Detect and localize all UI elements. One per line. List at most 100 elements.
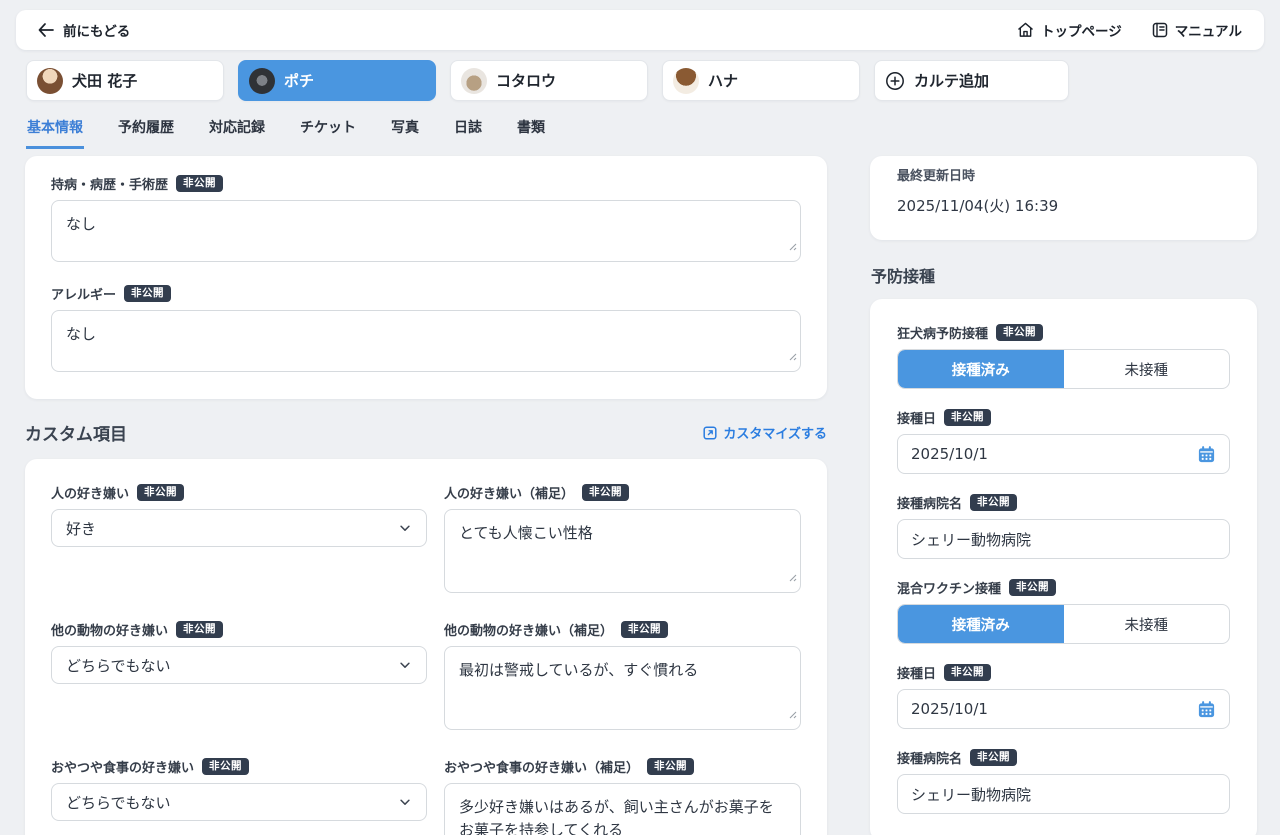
custom-row: おやつや食事の好き嫌い 非公開 どちらでもない おやつや食事の好き嫌い（補足） …	[51, 757, 801, 835]
pet-tab-row: 犬田 花子 ポチ コタロウ ハナ カルテ追加	[26, 60, 1254, 101]
private-badge: 非公開	[944, 409, 991, 426]
avatar	[673, 68, 699, 94]
chevron-down-icon	[398, 795, 412, 809]
vaccination-hospital-label: 接種病院名	[897, 493, 962, 512]
tab-photos[interactable]: 写真	[390, 113, 420, 149]
allergy-label: アレルギー	[51, 284, 116, 303]
content-area: 持病・病歴・手術歴 非公開 なし アレルギー 非公開 なし カスタム項	[0, 149, 1280, 835]
avatar	[37, 68, 63, 94]
calendar-icon[interactable]	[1197, 445, 1216, 464]
last-updated-card: 最終更新日時 2025/11/04(火) 16:39	[870, 156, 1257, 240]
avatar	[461, 68, 487, 94]
pet-tab-pochi[interactable]: ポチ	[238, 60, 436, 101]
customize-link-label: カスタマイズする	[723, 423, 827, 442]
resize-handle-icon[interactable]	[787, 566, 797, 589]
home-icon	[1017, 22, 1034, 38]
resize-handle-icon[interactable]	[787, 345, 797, 368]
private-badge: 非公開	[1009, 579, 1056, 596]
private-badge: 非公開	[996, 324, 1043, 341]
pet-name: ポチ	[284, 70, 314, 91]
chevron-down-icon	[398, 521, 412, 535]
pet-tab-hana[interactable]: ハナ	[662, 60, 860, 101]
arrow-left-icon	[38, 23, 54, 37]
private-badge: 非公開	[176, 175, 223, 192]
pet-name: コタロウ	[496, 70, 556, 91]
rabies-vaccination-date-input[interactable]: 2025/10/1	[897, 434, 1230, 474]
top-page-link[interactable]: トップページ	[1017, 20, 1122, 40]
custom-fields-card: 人の好き嫌い 非公開 好き 人の好き嫌い（補足） 非公開	[25, 459, 827, 835]
private-badge: 非公開	[137, 484, 184, 501]
resize-handle-icon[interactable]	[787, 703, 797, 726]
animals-preference-label: 他の動物の好き嫌い	[51, 620, 168, 639]
private-badge: 非公開	[582, 484, 629, 501]
book-icon	[1152, 22, 1168, 38]
external-link-icon	[703, 426, 717, 440]
add-karte-label: カルテ追加	[914, 70, 989, 91]
manual-label: マニュアル	[1175, 20, 1242, 40]
combo-vaccine-label: 混合ワクチン接種	[897, 578, 1001, 597]
private-badge: 非公開	[124, 285, 171, 302]
rabies-vaccine-toggle: 接種済み 未接種	[897, 349, 1230, 389]
customize-link[interactable]: カスタマイズする	[703, 423, 827, 442]
top-bar: 前にもどる トップページ マニュアル	[16, 10, 1264, 50]
back-button[interactable]: 前にもどる	[38, 20, 130, 40]
last-updated-value: 2025/11/04(火) 16:39	[897, 195, 1230, 216]
basic-info-card: 持病・病歴・手術歴 非公開 なし アレルギー 非公開 なし	[25, 156, 827, 399]
pet-tab-kotaro[interactable]: コタロウ	[450, 60, 648, 101]
allergy-textarea[interactable]: なし	[51, 310, 801, 372]
animals-preference-note-textarea[interactable]: 最初は警戒しているが、すぐ慣れる	[444, 646, 801, 730]
people-preference-label: 人の好き嫌い	[51, 483, 129, 502]
pet-tab-owner[interactable]: 犬田 花子	[26, 60, 224, 101]
back-label: 前にもどる	[63, 20, 130, 40]
combo-vaccine-toggle: 接種済み 未接種	[897, 604, 1230, 644]
pet-name: ハナ	[708, 70, 738, 91]
animals-preference-select[interactable]: どちらでもない	[51, 646, 427, 684]
food-preference-note-textarea[interactable]: 多少好き嫌いはあるが、飼い主さんがお菓子をお菓子を持参してくれる	[444, 783, 801, 835]
not-vaccinated-option[interactable]: 未接種	[1064, 605, 1230, 643]
vaccination-section-title: 予防接種	[871, 263, 1257, 287]
animals-preference-note-label: 他の動物の好き嫌い（補足）	[444, 620, 613, 639]
people-preference-note-textarea[interactable]: とても人懐こい性格	[444, 509, 801, 593]
private-badge: 非公開	[647, 758, 694, 775]
combo-vaccination-hospital-input[interactable]: シェリー動物病院	[897, 774, 1230, 814]
top-page-label: トップページ	[1041, 20, 1122, 40]
tab-tickets[interactable]: チケット	[299, 113, 357, 149]
tab-diary[interactable]: 日誌	[453, 113, 483, 149]
private-badge: 非公開	[621, 621, 668, 638]
tab-support-records[interactable]: 対応記録	[208, 113, 266, 149]
tab-basic-info[interactable]: 基本情報	[26, 113, 84, 149]
calendar-icon[interactable]	[1197, 700, 1216, 719]
custom-row: 他の動物の好き嫌い 非公開 どちらでもない 他の動物の好き嫌い（補足） 非公開	[51, 620, 801, 730]
vaccinated-option[interactable]: 接種済み	[898, 605, 1064, 643]
tab-reservation-history[interactable]: 予約履歴	[117, 113, 175, 149]
private-badge: 非公開	[202, 758, 249, 775]
food-preference-label: おやつや食事の好き嫌い	[51, 757, 194, 776]
custom-row: 人の好き嫌い 非公開 好き 人の好き嫌い（補足） 非公開	[51, 483, 801, 593]
food-preference-select[interactable]: どちらでもない	[51, 783, 427, 821]
resize-handle-icon[interactable]	[787, 235, 797, 258]
food-preference-note-label: おやつや食事の好き嫌い（補足）	[444, 757, 639, 776]
private-badge: 非公開	[970, 749, 1017, 766]
not-vaccinated-option[interactable]: 未接種	[1064, 350, 1230, 388]
vaccinated-option[interactable]: 接種済み	[898, 350, 1064, 388]
private-badge: 非公開	[944, 664, 991, 681]
combo-vaccination-date-input[interactable]: 2025/10/1	[897, 689, 1230, 729]
last-updated-label: 最終更新日時	[897, 165, 1230, 184]
rabies-vaccine-label: 狂犬病予防接種	[897, 323, 988, 342]
medical-history-label: 持病・病歴・手術歴	[51, 174, 168, 193]
private-badge: 非公開	[176, 621, 223, 638]
avatar	[249, 68, 275, 94]
people-preference-select[interactable]: 好き	[51, 509, 427, 547]
custom-section-title: カスタム項目	[25, 420, 127, 445]
record-tab-nav: 基本情報 予約履歴 対応記録 チケット 写真 日誌 書類	[26, 113, 1254, 149]
rabies-vaccination-hospital-input[interactable]: シェリー動物病院	[897, 519, 1230, 559]
medical-history-textarea[interactable]: なし	[51, 200, 801, 262]
private-badge: 非公開	[970, 494, 1017, 511]
rabies-vaccine-group: 狂犬病予防接種 非公開 接種済み 未接種 接種日 非公開 2025/10/1	[897, 323, 1230, 559]
tab-documents[interactable]: 書類	[516, 113, 546, 149]
people-preference-note-label: 人の好き嫌い（補足）	[444, 483, 574, 502]
plus-circle-icon	[885, 71, 905, 91]
manual-link[interactable]: マニュアル	[1152, 20, 1242, 40]
vaccination-card: 狂犬病予防接種 非公開 接種済み 未接種 接種日 非公開 2025/10/1	[870, 299, 1257, 835]
add-karte-button[interactable]: カルテ追加	[874, 60, 1069, 101]
